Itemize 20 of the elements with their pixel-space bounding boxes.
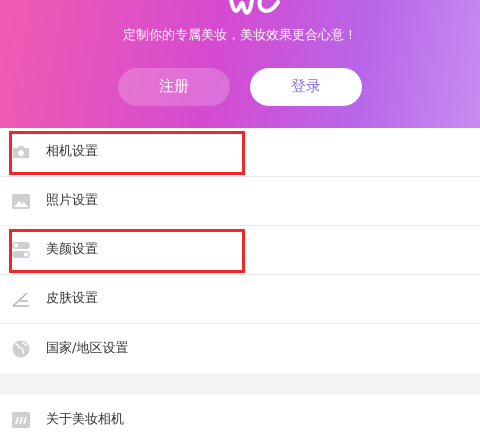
globe-icon — [12, 340, 30, 358]
setting-label[interactable]: 照片设置 — [46, 191, 98, 211]
setting-row[interactable]: 国家/地区设置 — [0, 324, 480, 373]
setting-label[interactable]: 皮肤设置 — [46, 289, 98, 309]
setting-label[interactable]: 关于美妆相机 — [46, 410, 124, 430]
image-icon — [12, 194, 30, 208]
toggle-icon — [12, 242, 30, 258]
setting-label[interactable]: 国家/地区设置 — [46, 338, 128, 358]
camera-icon — [12, 145, 30, 159]
login-button[interactable]: 登录 — [250, 68, 362, 106]
setting-row[interactable]: 照片设置 — [0, 177, 480, 226]
setting-label[interactable]: 美颜设置 — [46, 240, 98, 260]
setting-label[interactable]: 相机设置 — [46, 142, 98, 162]
setting-row[interactable]: 相机设置 — [0, 128, 480, 177]
app-logo-icon — [12, 412, 30, 428]
setting-row[interactable]: 美颜设置 — [0, 226, 480, 275]
setting-row[interactable]: 皮肤设置 — [0, 275, 480, 324]
tagline: 定制你的专属美妆，美妆效果更合心意！ — [123, 27, 357, 45]
setting-row[interactable]: 关于美妆相机 — [0, 395, 480, 433]
ruler-icon — [12, 291, 30, 307]
